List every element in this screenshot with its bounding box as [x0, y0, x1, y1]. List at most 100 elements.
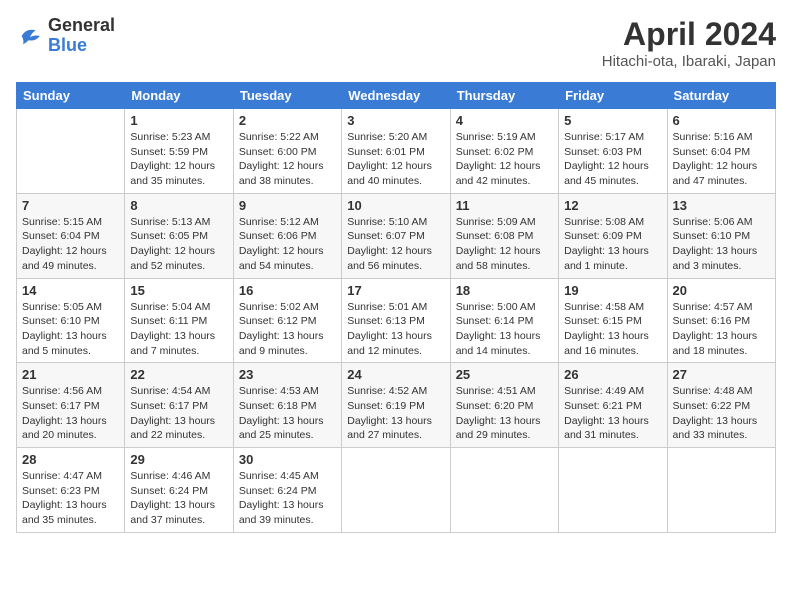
cell-info: Sunrise: 4:48 AM Sunset: 6:22 PM Dayligh…: [673, 384, 770, 443]
day-number: 29: [130, 452, 227, 467]
cell-info: Sunrise: 5:19 AM Sunset: 6:02 PM Dayligh…: [456, 130, 553, 189]
cell-info: Sunrise: 5:16 AM Sunset: 6:04 PM Dayligh…: [673, 130, 770, 189]
calendar-cell: 13 Sunrise: 5:06 AM Sunset: 6:10 PM Dayli…: [667, 193, 775, 278]
day-number: 25: [456, 367, 553, 382]
day-number: 26: [564, 367, 661, 382]
weekday-header-monday: Monday: [125, 83, 233, 109]
week-row-4: 21 Sunrise: 4:56 AM Sunset: 6:17 PM Dayli…: [17, 363, 776, 448]
cell-info: Sunrise: 4:54 AM Sunset: 6:17 PM Dayligh…: [130, 384, 227, 443]
weekday-header-friday: Friday: [559, 83, 667, 109]
calendar-cell: 20 Sunrise: 4:57 AM Sunset: 6:16 PM Dayli…: [667, 278, 775, 363]
calendar-cell: 26 Sunrise: 4:49 AM Sunset: 6:21 PM Dayli…: [559, 363, 667, 448]
cell-info: Sunrise: 4:51 AM Sunset: 6:20 PM Dayligh…: [456, 384, 553, 443]
calendar-cell: 21 Sunrise: 4:56 AM Sunset: 6:17 PM Dayli…: [17, 363, 125, 448]
cell-info: Sunrise: 5:23 AM Sunset: 5:59 PM Dayligh…: [130, 130, 227, 189]
week-row-3: 14 Sunrise: 5:05 AM Sunset: 6:10 PM Dayli…: [17, 278, 776, 363]
calendar-cell: 17 Sunrise: 5:01 AM Sunset: 6:13 PM Dayli…: [342, 278, 450, 363]
calendar-cell: 10 Sunrise: 5:10 AM Sunset: 6:07 PM Dayli…: [342, 193, 450, 278]
day-number: 28: [22, 452, 119, 467]
page-subtitle: Hitachi-ota, Ibaraki, Japan: [602, 53, 776, 70]
calendar-cell: 4Sunrise: 5:19 AM Sunset: 6:02 PM Daylig…: [450, 109, 558, 194]
calendar-cell: 24Sunrise: 4:52 AM Sunset: 6:19 PM Dayli…: [342, 363, 450, 448]
day-number: 17: [347, 283, 444, 298]
cell-info: Sunrise: 5:09 AM Sunset: 6:08 PM Dayligh…: [456, 215, 553, 274]
calendar-cell: 1Sunrise: 5:23 AM Sunset: 5:59 PM Daylig…: [125, 109, 233, 194]
cell-info: Sunrise: 4:53 AM Sunset: 6:18 PM Dayligh…: [239, 384, 336, 443]
week-row-5: 28 Sunrise: 4:47 AM Sunset: 6:23 PM Dayli…: [17, 448, 776, 533]
day-number: 19: [564, 283, 661, 298]
calendar-table: SundayMondayTuesdayWednesdayThursdayFrid…: [16, 82, 776, 533]
day-number: 27: [673, 367, 770, 382]
calendar-cell: [450, 448, 558, 533]
calendar-cell: 29Sunrise: 4:46 AM Sunset: 6:24 PM Dayli…: [125, 448, 233, 533]
calendar-cell: 30Sunrise: 4:45 AM Sunset: 6:24 PM Dayli…: [233, 448, 341, 533]
weekday-header-row: SundayMondayTuesdayWednesdayThursdayFrid…: [17, 83, 776, 109]
logo-bird-icon: [16, 22, 44, 50]
calendar-cell: 5Sunrise: 5:17 AM Sunset: 6:03 PM Daylig…: [559, 109, 667, 194]
day-number: 3: [347, 113, 444, 128]
cell-info: Sunrise: 5:01 AM Sunset: 6:13 PM Dayligh…: [347, 300, 444, 359]
logo-general-text: General: [48, 16, 115, 36]
calendar-cell: 8Sunrise: 5:13 AM Sunset: 6:05 PM Daylig…: [125, 193, 233, 278]
calendar-cell: 7Sunrise: 5:15 AM Sunset: 6:04 PM Daylig…: [17, 193, 125, 278]
day-number: 6: [673, 113, 770, 128]
cell-info: Sunrise: 4:58 AM Sunset: 6:15 PM Dayligh…: [564, 300, 661, 359]
weekday-header-tuesday: Tuesday: [233, 83, 341, 109]
calendar-cell: 16 Sunrise: 5:02 AM Sunset: 6:12 PM Dayli…: [233, 278, 341, 363]
cell-info: Sunrise: 5:10 AM Sunset: 6:07 PM Dayligh…: [347, 215, 444, 274]
week-row-2: 7Sunrise: 5:15 AM Sunset: 6:04 PM Daylig…: [17, 193, 776, 278]
day-number: 21: [22, 367, 119, 382]
page-title: April 2024: [602, 16, 776, 53]
calendar-cell: 15Sunrise: 5:04 AM Sunset: 6:11 PM Dayli…: [125, 278, 233, 363]
cell-info: Sunrise: 5:02 AM Sunset: 6:12 PM Dayligh…: [239, 300, 336, 359]
cell-info: Sunrise: 5:12 AM Sunset: 6:06 PM Dayligh…: [239, 215, 336, 274]
weekday-header-saturday: Saturday: [667, 83, 775, 109]
calendar-cell: 27 Sunrise: 4:48 AM Sunset: 6:22 PM Dayli…: [667, 363, 775, 448]
page-header: General Blue April 2024 Hitachi-ota, Iba…: [16, 16, 776, 70]
calendar-cell: 14 Sunrise: 5:05 AM Sunset: 6:10 PM Dayli…: [17, 278, 125, 363]
cell-info: Sunrise: 5:08 AM Sunset: 6:09 PM Dayligh…: [564, 215, 661, 274]
day-number: 14: [22, 283, 119, 298]
cell-info: Sunrise: 4:57 AM Sunset: 6:16 PM Dayligh…: [673, 300, 770, 359]
cell-info: Sunrise: 4:47 AM Sunset: 6:23 PM Dayligh…: [22, 469, 119, 528]
calendar-cell: 25 Sunrise: 4:51 AM Sunset: 6:20 PM Dayli…: [450, 363, 558, 448]
calendar-cell: 6 Sunrise: 5:16 AM Sunset: 6:04 PM Daylig…: [667, 109, 775, 194]
cell-info: Sunrise: 5:05 AM Sunset: 6:10 PM Dayligh…: [22, 300, 119, 359]
cell-info: Sunrise: 5:20 AM Sunset: 6:01 PM Dayligh…: [347, 130, 444, 189]
day-number: 9: [239, 198, 336, 213]
calendar-cell: [342, 448, 450, 533]
calendar-cell: 23 Sunrise: 4:53 AM Sunset: 6:18 PM Dayli…: [233, 363, 341, 448]
cell-info: Sunrise: 4:49 AM Sunset: 6:21 PM Dayligh…: [564, 384, 661, 443]
day-number: 5: [564, 113, 661, 128]
day-number: 16: [239, 283, 336, 298]
cell-info: Sunrise: 4:45 AM Sunset: 6:24 PM Dayligh…: [239, 469, 336, 528]
day-number: 12: [564, 198, 661, 213]
cell-info: Sunrise: 4:56 AM Sunset: 6:17 PM Dayligh…: [22, 384, 119, 443]
logo-blue-text: Blue: [48, 36, 115, 56]
weekday-header-sunday: Sunday: [17, 83, 125, 109]
calendar-cell: 19 Sunrise: 4:58 AM Sunset: 6:15 PM Dayli…: [559, 278, 667, 363]
calendar-cell: [559, 448, 667, 533]
logo-text: General Blue: [48, 16, 115, 56]
calendar-cell: 22 Sunrise: 4:54 AM Sunset: 6:17 PM Dayli…: [125, 363, 233, 448]
calendar-cell: 3 Sunrise: 5:20 AM Sunset: 6:01 PM Daylig…: [342, 109, 450, 194]
day-number: 10: [347, 198, 444, 213]
day-number: 18: [456, 283, 553, 298]
cell-info: Sunrise: 4:52 AM Sunset: 6:19 PM Dayligh…: [347, 384, 444, 443]
week-row-1: 1Sunrise: 5:23 AM Sunset: 5:59 PM Daylig…: [17, 109, 776, 194]
calendar-cell: 28 Sunrise: 4:47 AM Sunset: 6:23 PM Dayli…: [17, 448, 125, 533]
calendar-cell: 9 Sunrise: 5:12 AM Sunset: 6:06 PM Daylig…: [233, 193, 341, 278]
calendar-cell: 2Sunrise: 5:22 AM Sunset: 6:00 PM Daylig…: [233, 109, 341, 194]
day-number: 8: [130, 198, 227, 213]
calendar-cell: [17, 109, 125, 194]
day-number: 22: [130, 367, 227, 382]
day-number: 7: [22, 198, 119, 213]
calendar-cell: 11Sunrise: 5:09 AM Sunset: 6:08 PM Dayli…: [450, 193, 558, 278]
day-number: 13: [673, 198, 770, 213]
calendar-cell: [667, 448, 775, 533]
day-number: 23: [239, 367, 336, 382]
calendar-cell: 12 Sunrise: 5:08 AM Sunset: 6:09 PM Dayli…: [559, 193, 667, 278]
weekday-header-wednesday: Wednesday: [342, 83, 450, 109]
cell-info: Sunrise: 5:06 AM Sunset: 6:10 PM Dayligh…: [673, 215, 770, 274]
day-number: 20: [673, 283, 770, 298]
